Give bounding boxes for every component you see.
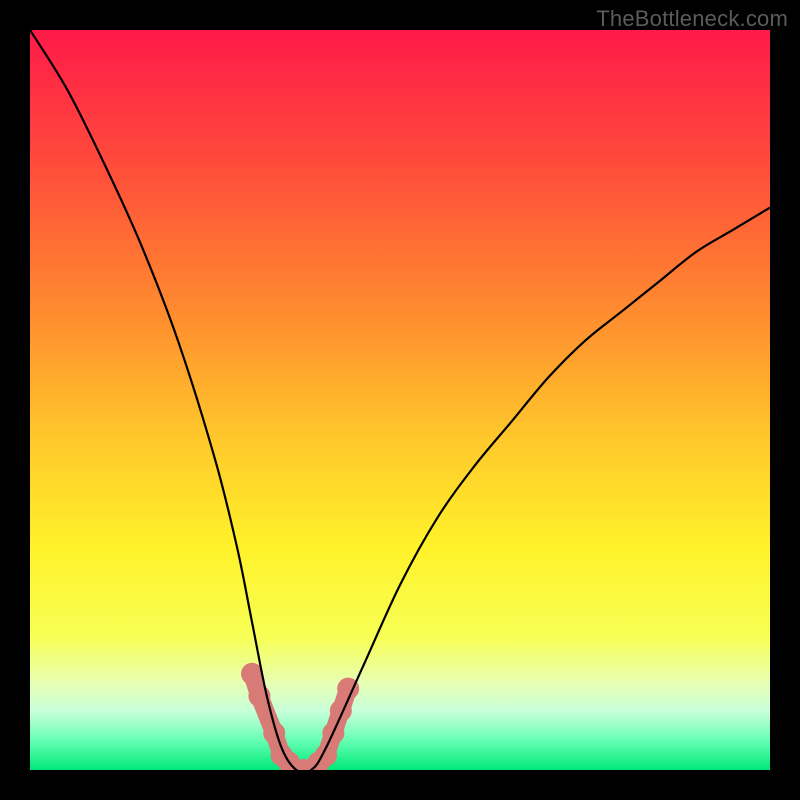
watermark-text: TheBottleneck.com <box>596 6 788 32</box>
bottleneck-chart <box>30 30 770 770</box>
plot-area <box>30 30 770 770</box>
chart-frame: TheBottleneck.com <box>0 0 800 800</box>
gradient-background <box>30 30 770 770</box>
